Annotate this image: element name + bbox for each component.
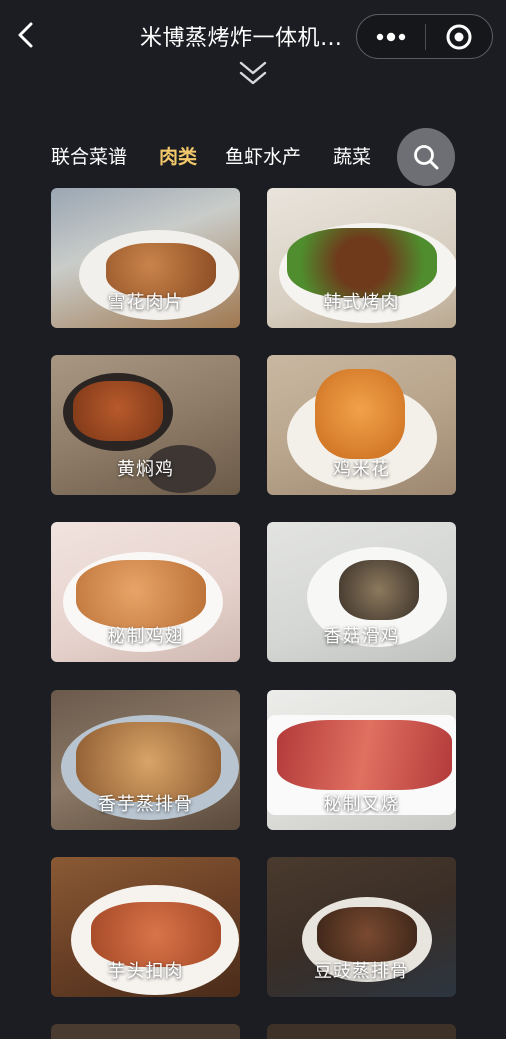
recipe-card[interactable]: 鸡米花 xyxy=(267,355,456,495)
tab-seafood[interactable]: 鱼虾水产 xyxy=(225,142,301,169)
more-button[interactable] xyxy=(357,15,425,58)
expand-button[interactable] xyxy=(238,60,268,88)
recipe-name: 香芋蒸排骨 xyxy=(98,794,193,815)
target-close-icon xyxy=(446,24,472,49)
tab-meat[interactable]: 肉类 xyxy=(159,142,197,169)
recipe-name: 香菇滑鸡 xyxy=(323,626,400,647)
recipe-name: 黄焖鸡 xyxy=(117,459,174,480)
search-button[interactable] xyxy=(397,128,455,186)
back-button[interactable] xyxy=(10,18,42,52)
recipe-card-partial[interactable] xyxy=(267,1024,456,1039)
recipe-card[interactable]: 香芋蒸排骨 xyxy=(51,690,240,830)
recipe-card[interactable]: 黄焖鸡 xyxy=(51,355,240,495)
recipe-card[interactable]: 芋头扣肉 xyxy=(51,857,240,997)
page-title: 米博蒸烤炸一体机… xyxy=(140,26,343,51)
close-button[interactable] xyxy=(426,15,492,58)
recipe-card[interactable]: 香菇滑鸡 xyxy=(267,522,456,662)
chevron-left-icon xyxy=(18,22,33,48)
recipe-card[interactable]: 豆豉蒸排骨 xyxy=(267,857,456,997)
double-chevron-down-icon xyxy=(239,61,267,85)
food-image xyxy=(76,560,206,628)
recipe-name: 秘制叉烧 xyxy=(323,794,400,815)
recipe-card[interactable]: 韩式烤肉 xyxy=(267,188,456,328)
mini-program-capsule xyxy=(356,14,493,59)
recipe-name: 豆豉蒸排骨 xyxy=(314,961,409,982)
tab-vegetables[interactable]: 蔬菜 xyxy=(333,142,371,169)
top-bar: 米博蒸烤炸一体机… xyxy=(0,0,506,100)
category-tabs: 联合菜谱 肉类 鱼虾水产 蔬菜 xyxy=(0,128,506,186)
recipe-name: 韩式烤肉 xyxy=(323,292,400,313)
food-image xyxy=(339,560,419,620)
recipe-card-partial[interactable] xyxy=(51,1024,240,1039)
food-image xyxy=(317,907,417,962)
recipe-name: 秘制鸡翅 xyxy=(107,626,184,647)
recipe-card[interactable]: 秘制鸡翅 xyxy=(51,522,240,662)
tab-combined-recipes[interactable]: 联合菜谱 xyxy=(51,142,127,169)
recipe-name: 鸡米花 xyxy=(333,459,390,480)
food-image xyxy=(277,720,452,790)
recipe-card[interactable]: 雪花肉片 xyxy=(51,188,240,328)
more-dots-icon xyxy=(376,32,406,41)
food-image xyxy=(315,369,405,459)
recipe-card[interactable]: 秘制叉烧 xyxy=(267,690,456,830)
food-image xyxy=(73,381,163,441)
recipe-name: 雪花肉片 xyxy=(107,292,184,313)
search-icon xyxy=(414,145,439,170)
recipe-name: 芋头扣肉 xyxy=(107,961,184,982)
